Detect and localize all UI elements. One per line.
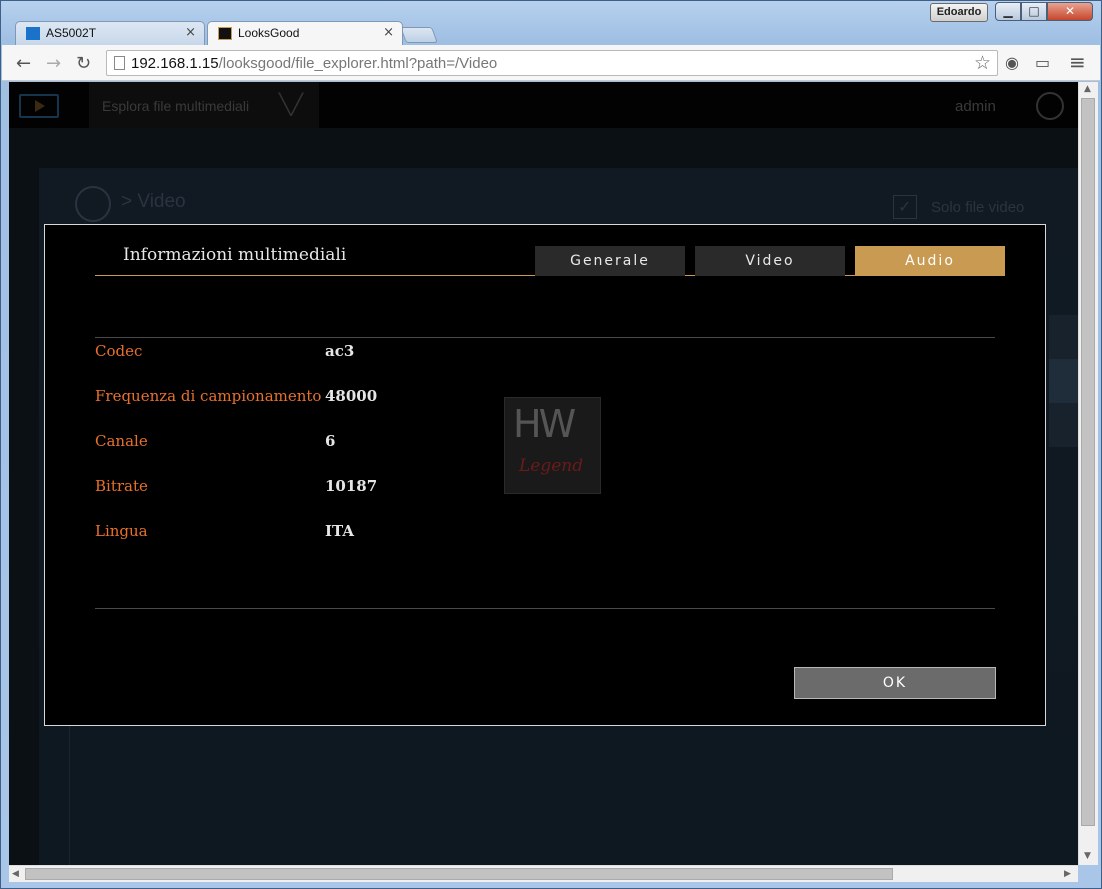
- home-icon[interactable]: [75, 186, 111, 222]
- tab-close-icon[interactable]: ×: [383, 25, 394, 40]
- watermark-logo: HW Legend: [504, 397, 601, 494]
- menu-icon[interactable]: ≡: [1069, 50, 1086, 74]
- browser-toolbar: ← → ↻ 192.168.1.15/looksgood/file_explor…: [2, 45, 1100, 81]
- breadcrumb: > Video: [121, 191, 186, 212]
- tab-close-icon[interactable]: ×: [185, 25, 196, 40]
- vertical-scrollbar[interactable]: ▲ ▼: [1078, 82, 1098, 865]
- info-value: 6: [325, 432, 336, 450]
- watermark-text: HW: [513, 402, 576, 446]
- cast-icon[interactable]: ▭: [1035, 53, 1050, 72]
- tab-title: AS5002T: [46, 26, 97, 40]
- app-header: Esplora file multimediali ╲╱ admin: [9, 82, 1078, 128]
- dialog-title: Informazioni multimediali: [123, 245, 347, 265]
- tab-audio[interactable]: Audio: [855, 246, 1005, 276]
- tab-title: LooksGood: [238, 26, 300, 40]
- media-info-dialog: Informazioni multimediali Generale Video…: [44, 224, 1046, 726]
- list-item: [1049, 359, 1078, 403]
- dialog-tabs: Generale Video Audio: [535, 246, 1005, 276]
- extension-icon[interactable]: ◉: [1005, 53, 1019, 72]
- scrollbar-thumb[interactable]: [1081, 98, 1095, 826]
- info-key: Codec: [95, 342, 143, 360]
- asustor-favicon-icon: [26, 27, 40, 40]
- user-badge[interactable]: Edoardo: [930, 3, 988, 22]
- nav-dropdown-label: Esplora file multimediali: [102, 98, 250, 114]
- maximize-button[interactable]: □: [1021, 2, 1047, 21]
- tab-as5002t[interactable]: AS5002T ×: [15, 21, 205, 45]
- info-value: ITA: [325, 522, 354, 540]
- info-value: ac3: [325, 342, 355, 360]
- scroll-left-icon[interactable]: ◀: [12, 869, 19, 879]
- divider: [69, 724, 70, 865]
- back-arrow-icon[interactable]: ←: [16, 53, 31, 74]
- info-key: Canale: [95, 432, 148, 450]
- page-icon: [114, 56, 125, 70]
- scroll-right-icon[interactable]: ▶: [1064, 869, 1071, 879]
- info-key: Frequenza di campionamento: [95, 387, 322, 405]
- video-only-label: Solo file video: [931, 199, 1025, 216]
- new-tab-button[interactable]: [400, 27, 438, 43]
- reload-icon[interactable]: ↻: [76, 53, 91, 74]
- minimize-button[interactable]: ▁: [995, 2, 1021, 21]
- close-window-button[interactable]: ✕: [1047, 2, 1093, 21]
- username[interactable]: admin: [955, 98, 996, 115]
- scrollbar-thumb[interactable]: [25, 868, 893, 880]
- tab-generale[interactable]: Generale: [535, 246, 685, 276]
- info-key: Bitrate: [95, 477, 148, 495]
- divider: [95, 337, 995, 338]
- list-item: [1049, 315, 1078, 359]
- list-item: [1049, 403, 1078, 447]
- check-icon: ✓: [898, 197, 912, 216]
- info-key: Lingua: [95, 522, 148, 540]
- app-logo-icon[interactable]: [19, 94, 59, 118]
- bookmark-star-icon[interactable]: ☆: [974, 52, 991, 74]
- tab-video[interactable]: Video: [695, 246, 845, 276]
- tab-looksgood[interactable]: LooksGood ×: [207, 21, 403, 45]
- url-text: 192.168.1.15/looksgood/file_explorer.htm…: [131, 55, 498, 72]
- ok-button[interactable]: OK: [794, 667, 996, 699]
- info-value: 10187: [325, 477, 378, 495]
- video-only-checkbox[interactable]: ✓: [893, 195, 917, 219]
- looksgood-favicon-icon: [218, 27, 232, 40]
- avatar-icon[interactable]: [1036, 92, 1064, 120]
- scroll-down-icon[interactable]: ▼: [1084, 851, 1091, 861]
- horizontal-scrollbar[interactable]: ◀ ▶: [9, 865, 1078, 882]
- watermark-subtext: Legend: [519, 456, 584, 476]
- scroll-up-icon[interactable]: ▲: [1084, 84, 1091, 94]
- address-bar[interactable]: 192.168.1.15/looksgood/file_explorer.htm…: [106, 50, 998, 76]
- info-value: 48000: [325, 387, 378, 405]
- nav-dropdown[interactable]: Esplora file multimediali ╲╱: [89, 82, 319, 128]
- browser-window: Edoardo ▁ □ ✕ AS5002T × LooksGood × ← → …: [0, 0, 1102, 889]
- window-controls: ▁ □ ✕: [995, 2, 1093, 22]
- divider: [95, 608, 995, 609]
- chevron-down-icon: ╲╱: [279, 92, 304, 116]
- forward-arrow-icon[interactable]: →: [46, 53, 61, 74]
